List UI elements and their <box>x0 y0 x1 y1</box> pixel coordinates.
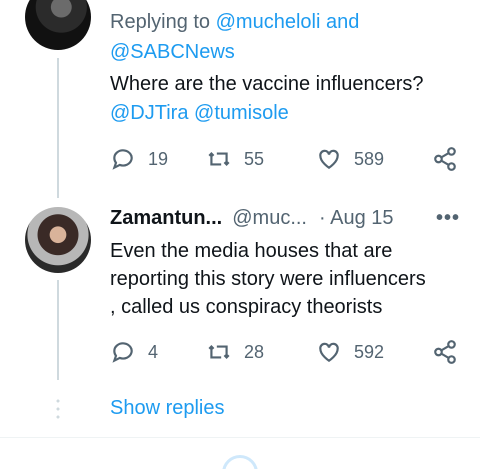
replying-to-line-2: @SABCNews <box>110 38 235 67</box>
more-icon[interactable]: ••• <box>436 204 460 233</box>
tweet-date[interactable]: · Aug 15 <box>319 204 394 233</box>
reply-handle-link[interactable]: @mucheloli <box>216 11 321 33</box>
mention-link[interactable]: @tumisole <box>194 102 289 124</box>
reply-and: and <box>325 11 360 33</box>
like-icon <box>319 342 339 362</box>
thread-line <box>57 280 59 380</box>
thread-dots <box>56 397 60 421</box>
tweet-actions: 4 28 592 <box>110 339 460 369</box>
mention-link[interactable]: @DJTira <box>110 102 188 124</box>
tweet-actions: 19 55 589 <box>110 146 460 176</box>
retweet-icon <box>208 152 230 166</box>
retweet-icon <box>208 345 230 359</box>
replying-to: Replying to @mucheloli and <box>110 8 359 37</box>
tweet-text: Where are the vaccine influencers? <box>110 73 424 95</box>
retweet-count: 55 <box>244 148 265 169</box>
loading-spinner-icon <box>222 455 258 469</box>
reply-icon <box>112 149 133 170</box>
reply-button[interactable]: 19 <box>110 146 168 172</box>
display-name[interactable]: Zamantun... <box>110 204 222 233</box>
reply-count: 4 <box>148 341 159 362</box>
tweet-header: Zamantun... @muc... · Aug 15 ••• <box>110 204 460 233</box>
tweet-text-line: Even the media houses that are <box>110 240 393 262</box>
reply-icon <box>112 342 133 363</box>
show-replies-link[interactable]: Show replies <box>110 394 225 423</box>
tweet-mentions: @DJTira @tumisole <box>110 99 289 128</box>
share-icon <box>434 340 456 364</box>
reply-count: 19 <box>148 148 169 169</box>
share-icon <box>434 147 456 171</box>
like-button[interactable]: 592 <box>316 339 384 365</box>
user-handle[interactable]: @muc... <box>232 204 307 233</box>
retweet-button[interactable]: 28 <box>206 339 264 365</box>
avatar[interactable] <box>25 207 91 273</box>
tweet-text-line: reporting this story were influencers <box>110 268 426 290</box>
divider <box>0 437 480 438</box>
like-count: 592 <box>354 341 385 362</box>
tweet-text-line: , called us conspiracy theorists <box>110 296 383 318</box>
reply-button[interactable]: 4 <box>110 339 158 365</box>
reply-handle-link[interactable]: @SABCNews <box>110 41 235 63</box>
replying-prefix: Replying to <box>110 11 211 33</box>
like-icon <box>319 149 339 169</box>
thread-line <box>57 58 59 198</box>
like-count: 589 <box>354 148 385 169</box>
share-button[interactable] <box>432 146 458 172</box>
retweet-count: 28 <box>244 341 265 362</box>
like-button[interactable]: 589 <box>316 146 384 172</box>
avatar[interactable] <box>25 0 91 50</box>
share-button[interactable] <box>432 339 458 365</box>
retweet-button[interactable]: 55 <box>206 146 264 172</box>
